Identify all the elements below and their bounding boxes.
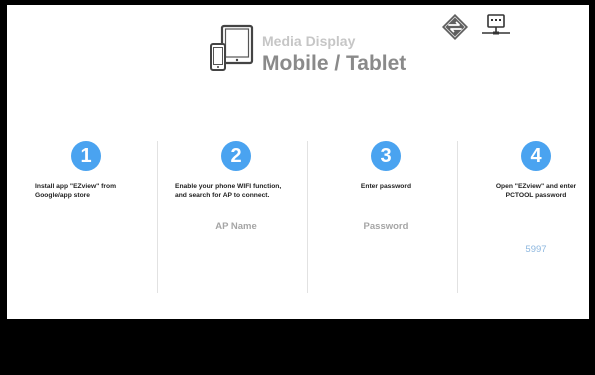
page-subtitle: Media Display [262,33,356,49]
step-1: 1 Install app "EZview" from Google/app s… [11,141,161,200]
page-title: Mobile / Tablet [262,52,407,75]
step-instruction: Enter password [360,183,412,190]
media-display-screen: Media Display Mobile / Tablet 1 Install … [7,5,589,319]
divider [307,141,308,293]
sync-diamond-icon[interactable] [441,13,469,41]
network-icon[interactable] [481,14,511,40]
divider [457,141,458,293]
step-instruction: Enable your phone WIFI function, and sea… [175,183,282,199]
step-4: 4 Open "EZview" and enter PCTOOL passwor… [461,141,595,255]
step-number-badge: 3 [371,141,401,171]
title-block: Media Display Mobile / Tablet [262,33,406,77]
step-3: 3 Enter password Password [311,141,461,232]
step-2: 2 Enable your phone WIFI function, and s… [161,141,311,232]
ap-name-field[interactable]: AP Name [161,221,311,232]
password-field[interactable]: Password [311,221,461,232]
devices-icon [210,24,254,71]
step-number-badge: 1 [71,141,101,171]
divider [157,141,158,293]
step-instruction: Open "EZview" and enter PCTOOL password [495,183,577,199]
pctool-password-value: 5997 [525,244,547,255]
step-instruction: Install app "EZview" from Google/app sto… [35,183,117,199]
step-number-badge: 2 [221,141,251,171]
step-number-badge: 4 [521,141,551,171]
